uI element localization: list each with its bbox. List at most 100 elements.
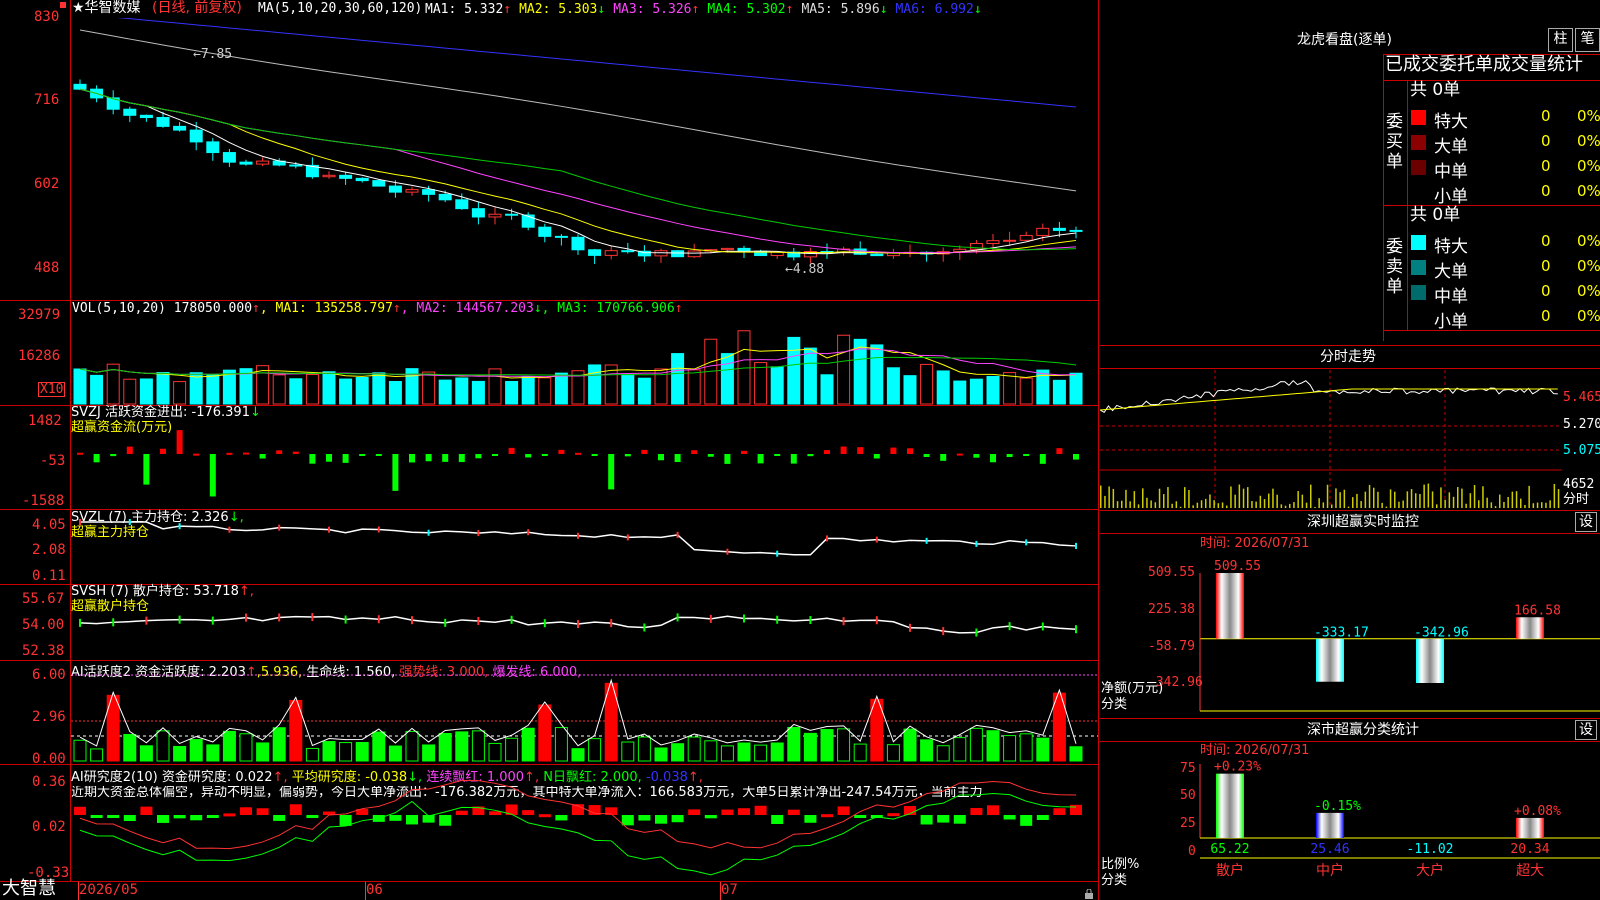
intraday-volume-bar — [1326, 484, 1329, 508]
intraday-volume-bar — [1179, 506, 1182, 508]
activity-chart[interactable] — [71, 661, 1098, 764]
research-bar — [206, 815, 219, 818]
candle-down — [1069, 229, 1083, 232]
order-row: 特大 0 0% — [1410, 106, 1600, 132]
fund-flow-bar — [624, 454, 631, 457]
intraday-volume-bar — [1247, 487, 1249, 508]
brand-logo[interactable]: 大智慧 — [2, 880, 56, 898]
monitor-bar-chart[interactable]: 509.55散户-333.17中户-342.96大户166.58超大 — [1100, 555, 1600, 715]
classify-settings-button[interactable]: 设 — [1575, 720, 1597, 740]
monitor-settings-button[interactable]: 设 — [1575, 512, 1597, 532]
main-holding-tick — [776, 550, 779, 557]
fund-flow-bar — [774, 454, 781, 456]
fund-flow-bar — [110, 454, 117, 457]
classify-bar — [1516, 817, 1544, 838]
tick-mode-button[interactable]: 笔 — [1575, 28, 1600, 52]
main-holding-tick — [477, 530, 480, 537]
intraday-volume-bar — [1503, 501, 1505, 508]
order-count: 0 — [1541, 157, 1551, 175]
intraday-volume-bar — [1293, 502, 1295, 508]
volume-bar — [272, 374, 286, 405]
volume-bar — [1052, 379, 1066, 405]
intraday-volume-bar — [1457, 487, 1459, 508]
retail-holding-chart[interactable] — [71, 585, 1098, 660]
fund-flow-chart[interactable] — [71, 406, 1098, 509]
vol-label-mid: 16286 — [18, 348, 61, 364]
intraday-volume-bar — [1280, 504, 1283, 508]
dragon-tiger-title: 龙虎看盘(逐单) — [1297, 32, 1392, 48]
sell-total: 共 0单 — [1410, 205, 1461, 225]
volume-bar — [837, 334, 851, 405]
candle-down — [870, 253, 884, 257]
research-bar — [688, 809, 701, 815]
candle-up — [322, 174, 336, 178]
fund-flow-bar — [608, 454, 615, 490]
intraday-volume-bar — [1188, 490, 1190, 508]
intraday-volume-bar — [1461, 488, 1463, 508]
intraday-volume-bar — [1507, 496, 1509, 508]
research-bar — [223, 813, 236, 817]
order-pct: 0% — [1577, 107, 1600, 125]
period-label[interactable]: (日线, 前复权) — [152, 1, 242, 15]
lock-icon[interactable] — [1084, 884, 1094, 899]
research-bar — [937, 815, 950, 823]
order-row: 小单 0 0% — [1410, 306, 1600, 332]
research-bar — [953, 815, 966, 824]
intraday-volume-bar — [1305, 502, 1308, 508]
activity-bar — [422, 744, 436, 762]
order-swatch — [1411, 285, 1426, 300]
research-bar — [804, 815, 817, 823]
activity-bar — [455, 731, 469, 762]
intraday-volume-bar — [1536, 502, 1539, 508]
order-count: 0 — [1541, 257, 1551, 275]
research-chart[interactable] — [71, 765, 1098, 881]
research-bar — [173, 815, 186, 819]
order-row: 中单 0 0% — [1410, 281, 1600, 307]
fund-flow-bar — [442, 454, 449, 462]
intraday-volume-bar — [1335, 488, 1337, 508]
date-label-jun: 06 — [366, 882, 383, 898]
annotation-low: ←4.88 — [785, 262, 825, 277]
intraday-volume-bar — [1373, 487, 1375, 508]
research-bar — [74, 806, 86, 815]
order-count: 0 — [1541, 282, 1551, 300]
research-bar — [522, 810, 535, 815]
fund-flow-bar — [126, 446, 133, 454]
activity-bar — [322, 741, 336, 762]
order-pct: 0% — [1577, 282, 1600, 300]
order-count: 0 — [1541, 132, 1551, 150]
classify-bar-chart[interactable]: +0.23% 65.22 散户 -0.15% 25.46 中户 -11.02 大户 +0.08%… — [1100, 760, 1600, 900]
volume-bar — [787, 336, 801, 405]
intraday-chart[interactable] — [1100, 370, 1562, 508]
retail-holding-tick — [411, 616, 413, 625]
research-bar — [621, 815, 634, 826]
intraday-price-top: 5.465 — [1563, 390, 1600, 405]
ma-header: MA(5,10,20,30,60,120) — [258, 1, 423, 16]
volume-bar — [969, 378, 983, 405]
retail-holding-tick — [145, 616, 148, 625]
fund-flow-bar — [790, 454, 797, 464]
main-holding-chart[interactable] — [71, 510, 1098, 584]
bar-mode-button[interactable]: 柱 — [1548, 28, 1573, 52]
intraday-volume-bar — [1242, 488, 1245, 508]
fund-flow-bar — [292, 451, 299, 454]
intraday-volume-bar — [1490, 502, 1493, 508]
candle-down — [73, 83, 87, 90]
classify-bar — [1216, 773, 1244, 838]
activity-bar — [521, 727, 535, 762]
candle-down — [189, 129, 203, 143]
order-pct: 0% — [1577, 132, 1600, 150]
volume-chart[interactable] — [71, 318, 1098, 405]
intraday-volume-bar — [1133, 491, 1136, 508]
fund-flow-bar — [724, 454, 731, 464]
fund-flow-bar — [193, 453, 200, 456]
activity-bar — [837, 728, 851, 762]
intraday-volume-bar — [1251, 501, 1253, 508]
classify-change-label: -0.15% — [1314, 799, 1361, 814]
stock-title[interactable]: ★华智数媒 — [72, 1, 141, 15]
date-tick — [365, 882, 366, 900]
candle-down — [206, 141, 220, 154]
vol-title: VOL(5,10,20) — [72, 301, 166, 316]
research-bar — [704, 815, 717, 819]
vol-ma-1: , MA1: 135258.797↑ — [259, 301, 401, 316]
